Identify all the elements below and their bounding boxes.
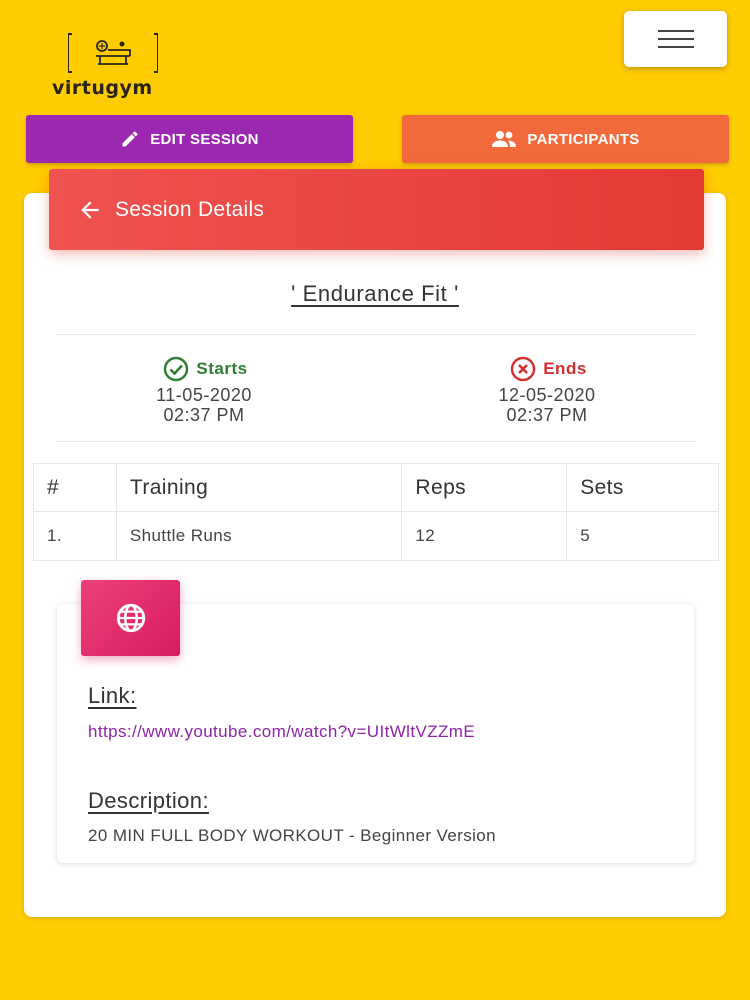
- description-label: Description:: [88, 788, 209, 813]
- header-title: Session Details: [115, 197, 265, 221]
- edit-session-button[interactable]: EDIT SESSION: [26, 115, 353, 163]
- page: virtugym EDIT SESSION PARTICIPANTS Sessi…: [0, 0, 750, 1000]
- people-icon: [492, 131, 517, 147]
- ends-label: Ends: [543, 359, 587, 378]
- ends-heading: Ends: [447, 356, 647, 382]
- link-label: Link:: [88, 683, 137, 708]
- logo-icon: [68, 33, 158, 73]
- cell-reps: 12: [401, 511, 568, 561]
- arrow-left-icon[interactable]: [77, 197, 103, 223]
- starts-label: Starts: [196, 359, 248, 378]
- pencil-icon: [122, 131, 138, 147]
- cell-training: Shuttle Runs: [115, 511, 403, 561]
- session-header: Session Details: [49, 169, 704, 250]
- divider: [56, 441, 696, 442]
- brand-logo[interactable]: virtugym: [52, 30, 177, 100]
- hamburger-icon: [657, 30, 694, 48]
- check-circle-icon: [164, 356, 189, 382]
- participants-button[interactable]: PARTICIPANTS: [402, 115, 729, 163]
- table-row: 1. Shuttle Runs 12 5: [33, 511, 719, 561]
- edit-session-label: EDIT SESSION: [150, 130, 259, 148]
- starts-block: Starts 11-05-2020 02:37 PM: [104, 356, 304, 425]
- starts-time: 02:37 PM: [163, 405, 245, 425]
- col-header-reps: Reps: [401, 463, 568, 512]
- ends-date: 12-05-2020: [498, 385, 596, 405]
- brand-name: virtugym: [52, 77, 153, 99]
- description-text: 20 MIN FULL BODY WORKOUT - Beginner Vers…: [88, 826, 497, 845]
- col-header-number: #: [33, 463, 117, 512]
- table-header-row: # Training Reps Sets: [33, 463, 719, 512]
- globe-badge: [81, 580, 180, 656]
- col-header-training: Training: [115, 463, 403, 512]
- ends-time: 02:37 PM: [506, 405, 588, 425]
- menu-button[interactable]: [624, 11, 727, 67]
- divider: [56, 334, 696, 335]
- cell-sets: 5: [566, 511, 719, 561]
- globe-icon: [116, 603, 145, 633]
- x-circle-icon: [511, 356, 536, 382]
- video-link[interactable]: https://www.youtube.com/watch?v=UItWltVZ…: [88, 722, 475, 742]
- training-table: # Training Reps Sets 1. Shuttle Runs 12 …: [33, 463, 719, 561]
- participants-label: PARTICIPANTS: [527, 130, 640, 148]
- cell-number: 1.: [33, 511, 117, 561]
- starts-date: 11-05-2020: [156, 385, 252, 405]
- session-title: ' Endurance Fit ': [291, 281, 459, 306]
- ends-block: Ends 12-05-2020 02:37 PM: [447, 356, 647, 425]
- col-header-sets: Sets: [566, 463, 719, 512]
- starts-heading: Starts: [104, 356, 304, 382]
